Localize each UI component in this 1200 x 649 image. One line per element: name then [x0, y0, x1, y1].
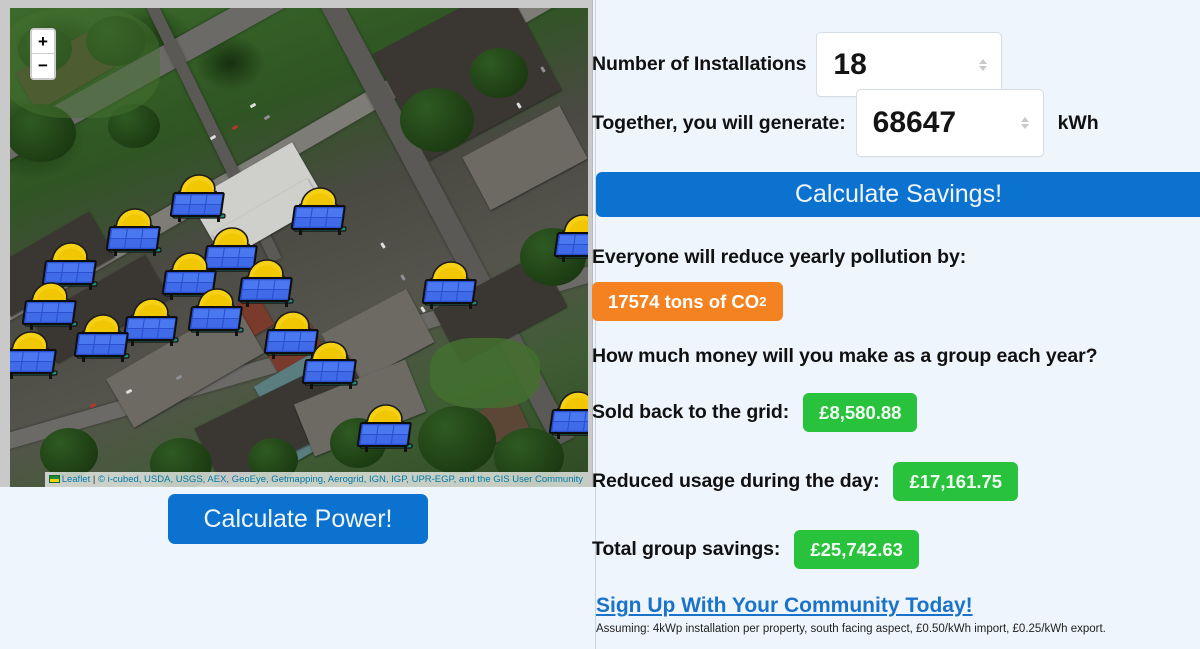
calculate-savings-button[interactable]: Calculate Savings! [596, 172, 1200, 217]
money-row-sold-back: Sold back to the grid: £8,580.88 [592, 393, 918, 432]
green-space [430, 338, 540, 408]
tree [470, 48, 528, 98]
map-canvas[interactable] [10, 8, 588, 487]
co2-subscript: 2 [759, 294, 767, 309]
attribution-separator: | [90, 474, 98, 485]
money-row-value: £25,742.63 [794, 530, 919, 569]
map-zoom-control[interactable]: + − [30, 28, 56, 80]
zoom-in-button[interactable]: + [32, 30, 54, 54]
spinner-icon[interactable] [1019, 115, 1031, 131]
zoom-out-button[interactable]: − [32, 54, 54, 78]
calculate-power-area: Calculate Power! [0, 487, 593, 649]
generation-value: 68647 [872, 106, 957, 139]
installations-input[interactable]: 18 [816, 32, 1003, 97]
solar-community-calculator-app: + − Leaflet | © i-cubed, USDA, USGS, AEX… [0, 0, 1200, 649]
signup-link[interactable]: Sign Up With Your Community Today! [596, 594, 973, 618]
map-pane: + − Leaflet | © i-cubed, USDA, USGS, AEX… [0, 0, 595, 649]
money-heading-row: How much money will you make as a group … [592, 345, 1098, 368]
map-attribution: Leaflet | © i-cubed, USDA, USGS, AEX, Ge… [44, 472, 588, 487]
generation-unit: kWh [1057, 111, 1099, 134]
assumption-note: Assuming: 4kWp installation per property… [596, 623, 1106, 635]
solar-panel-icon[interactable] [168, 171, 230, 225]
money-heading: How much money will you make as a group … [592, 345, 1098, 367]
solar-panel-icon[interactable] [186, 285, 248, 339]
money-row-reduced-usage: Reduced usage during the day: £17,161.75 [592, 462, 1019, 501]
solar-panel-icon[interactable] [72, 311, 134, 365]
solar-panel-icon[interactable] [300, 338, 362, 392]
solar-panel-icon[interactable] [355, 401, 417, 455]
installations-label: Number of Installations [592, 53, 807, 75]
calculate-power-button[interactable]: Calculate Power! [168, 494, 428, 544]
solar-panel-icon[interactable] [104, 205, 166, 259]
installations-value: 18 [833, 47, 867, 81]
co2-badge: 17574 tons of CO 2 [592, 282, 783, 321]
installations-row: Number of Installations 18 [592, 32, 1003, 97]
tree [400, 88, 474, 152]
co2-badge-text: 17574 tons of CO [608, 290, 760, 312]
solar-panel-icon[interactable] [547, 388, 588, 442]
money-row-label: Reduced usage during the day: [592, 470, 880, 492]
tree [418, 406, 496, 474]
pollution-heading-row: Everyone will reduce yearly pollution by… [592, 246, 966, 269]
spinner-icon[interactable] [977, 57, 989, 73]
generation-label: Together, you will generate: [592, 111, 846, 134]
solar-panel-icon[interactable] [420, 258, 482, 312]
generation-row: Together, you will generate: 68647 kWh [592, 89, 1099, 157]
solar-panel-icon[interactable] [552, 211, 588, 265]
solar-panel-icon[interactable] [289, 184, 351, 238]
results-panel: Number of Installations 18 Together, you… [592, 0, 1200, 649]
map-frame: + − Leaflet | © i-cubed, USDA, USGS, AEX… [0, 0, 593, 487]
money-row-label: Total group savings: [592, 538, 781, 560]
generation-input[interactable]: 68647 [855, 89, 1044, 157]
money-row-total-savings: Total group savings: £25,742.63 [592, 530, 919, 569]
map-viewport[interactable]: + − Leaflet | © i-cubed, USDA, USGS, AEX… [10, 8, 588, 487]
money-row-value: £17,161.75 [893, 462, 1019, 501]
money-row-label: Sold back to the grid: [592, 401, 790, 423]
leaflet-flag-icon [48, 475, 60, 483]
money-row-value: £8,580.88 [803, 393, 918, 432]
leaflet-link[interactable]: Leaflet [62, 474, 91, 485]
pollution-badge-row: 17574 tons of CO 2 [592, 282, 783, 321]
tree [40, 428, 98, 478]
solar-panel-icon[interactable] [10, 328, 62, 382]
imagery-credits[interactable]: © i-cubed, USDA, USGS, AEX, GeoEye, Getm… [98, 474, 583, 485]
pollution-heading: Everyone will reduce yearly pollution by… [592, 246, 967, 268]
